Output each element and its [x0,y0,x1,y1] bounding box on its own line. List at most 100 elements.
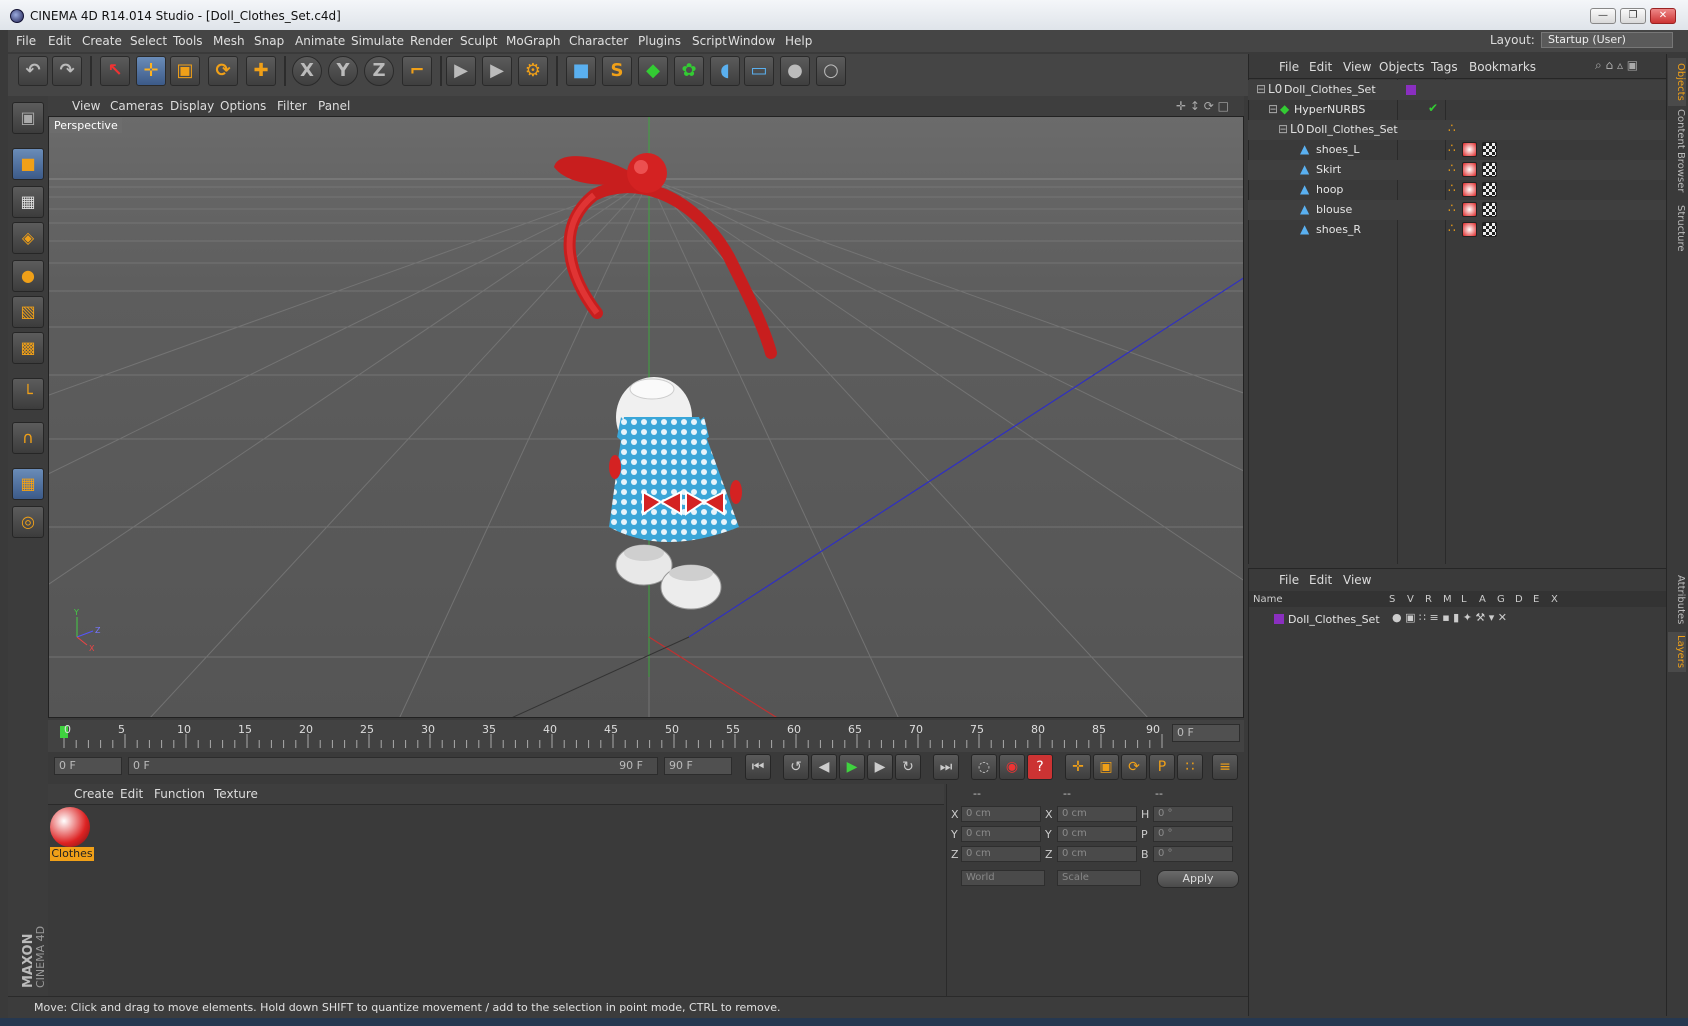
layers-col-locked[interactable]: L [1461,594,1467,605]
start-frame-field[interactable]: 0 F [54,757,122,775]
menu-mograph[interactable]: MoGraph [506,34,561,48]
coord-rot-h-field[interactable]: 0 ° [1153,806,1233,822]
cube-object-button[interactable]: ■ [566,56,596,86]
menu-file[interactable]: File [16,34,36,48]
material-tag-icon[interactable] [1462,142,1477,157]
tab-layers[interactable]: Layers [1668,632,1686,672]
coord-pos-x-field[interactable]: 0 cm [961,806,1041,822]
uvw-tag-icon[interactable] [1482,182,1497,197]
collapse-icon[interactable]: ⊟ [1268,102,1278,116]
material-item-clothes[interactable]: Clothes [50,807,94,861]
menu-plugins[interactable]: Plugins [638,34,681,48]
coord-size-mode-dropdown[interactable]: Scale [1057,870,1141,886]
uvw-tag-icon[interactable] [1482,222,1497,237]
layers-col-generators[interactable]: G [1497,594,1505,605]
tab-attributes[interactable]: Attributes [1668,572,1686,628]
render-picture-viewer-button[interactable]: ▶ [482,56,512,86]
coord-mode-dropdown[interactable]: World [961,870,1045,886]
floor-button[interactable]: ▭ [744,56,774,86]
phong-tag-icon[interactable]: ∴ [1448,141,1456,155]
layout-select[interactable]: Startup (User) [1541,32,1673,48]
menu-script[interactable]: Script [692,34,727,48]
prev-frame-button[interactable]: ◀ [811,754,837,780]
tree-row[interactable]: ▲ blouse ∴ [1248,200,1666,220]
tree-row[interactable]: ⊟ L0 Doll_Clothes_Set [1248,80,1666,100]
tree-row[interactable]: ▲ Skirt ∴ [1248,160,1666,180]
restore-button[interactable]: ❐ [1620,8,1646,24]
key-param-button[interactable]: P [1149,754,1175,780]
tree-row[interactable]: ⊟ ◆ HyperNURBS ✔ [1248,100,1666,120]
edges-mode-icon[interactable]: ▧ [12,296,44,328]
material-menu-texture[interactable]: Texture [214,787,258,801]
menu-help[interactable]: Help [785,34,812,48]
deformer-button[interactable]: ◖ [710,56,740,86]
tab-structure[interactable]: Structure [1668,200,1686,256]
minimize-button[interactable]: — [1590,8,1616,24]
layers-menu-file[interactable]: File [1279,573,1299,587]
phong-tag-icon[interactable]: ∴ [1448,161,1456,175]
menu-animate[interactable]: Animate [295,34,345,48]
material-tag-icon[interactable] [1462,182,1477,197]
next-key-button[interactable]: ↻ [895,754,921,780]
array-button[interactable]: ✿ [674,56,704,86]
menu-character[interactable]: Character [569,34,628,48]
goto-end-button[interactable]: ⏭ [933,754,959,780]
redo-button[interactable]: ↷ [52,56,82,86]
viewport-menu-display[interactable]: Display [170,99,214,113]
timeline-ruler[interactable] [48,720,1244,752]
coord-rot-p-field[interactable]: 0 ° [1153,826,1233,842]
coord-size-y-field[interactable]: 0 cm [1057,826,1137,842]
tree-row[interactable]: ▲ hoop ∴ [1248,180,1666,200]
goto-start-button[interactable]: ⏮ [745,754,771,780]
uvw-tag-icon[interactable] [1482,202,1497,217]
objects-menu-file[interactable]: File [1279,60,1299,74]
coord-pos-z-field[interactable]: 0 cm [961,846,1041,862]
model-mode-icon[interactable]: ▣ [12,102,44,134]
layers-col-solo[interactable]: S [1389,594,1395,605]
material-tag-icon[interactable] [1462,202,1477,217]
menu-window[interactable]: Window [728,34,775,48]
viewport-menu-cameras[interactable]: Cameras [110,99,163,113]
menu-edit[interactable]: Edit [48,34,71,48]
menu-simulate[interactable]: Simulate [351,34,404,48]
coord-pos-y-field[interactable]: 0 cm [961,826,1041,842]
viewport-3d[interactable]: Y Z X [48,116,1244,718]
uvw-tag-icon[interactable] [1482,142,1497,157]
menu-render[interactable]: Render [410,34,453,48]
collapse-icon[interactable]: ⊟ [1278,122,1288,136]
scale-tool-button[interactable]: ▣ [170,56,200,86]
play-button[interactable]: ▶ [839,754,865,780]
record-button[interactable]: ◉ [999,754,1025,780]
tab-content-browser[interactable]: Content Browser [1668,108,1686,194]
objects-menu-objects[interactable]: Objects [1379,60,1424,74]
key-move-button[interactable]: ✛ [1065,754,1091,780]
close-button[interactable]: ✕ [1650,8,1676,24]
coordinate-system-button[interactable]: ⌐ [402,56,432,86]
menu-tools[interactable]: Tools [173,34,203,48]
prev-key-button[interactable]: ↺ [783,754,809,780]
phong-tag-icon[interactable]: ∴ [1448,181,1456,195]
layer-flag-icons[interactable]: ● ▣ ∷ ≡ ▪ ▮ ✦ ⚒ ▾ ✕ [1392,611,1507,624]
tree-row[interactable]: ▲ shoes_R ∴ [1248,220,1666,240]
frame-range-slider[interactable]: 0 F 90 F [128,757,658,775]
layers-col-manager[interactable]: M [1443,594,1452,605]
menu-snap[interactable]: Snap [254,34,284,48]
material-tag-icon[interactable] [1462,222,1477,237]
layers-col-deformers[interactable]: D [1515,594,1523,605]
tab-objects[interactable]: Objects [1668,58,1686,106]
polygons-mode-icon[interactable]: ▩ [12,332,44,364]
objects-menu-bookmarks[interactable]: Bookmarks [1469,60,1536,74]
objects-search-icon[interactable]: ⌕ ⌂ ▵ ▣ [1595,58,1638,73]
menu-mesh[interactable]: Mesh [213,34,245,48]
end-frame-field[interactable]: 90 F [664,757,732,775]
layers-col-animation[interactable]: A [1479,594,1486,605]
menu-create[interactable]: Create [82,34,122,48]
layers-col-render[interactable]: R [1425,594,1432,605]
layers-menu-edit[interactable]: Edit [1309,573,1332,587]
timeline-window-button[interactable]: ≡ [1212,754,1238,780]
x-axis-button[interactable]: X [292,56,322,86]
viewport-nav-icons[interactable]: ✛ ↕ ⟳ □ [1176,99,1229,113]
uvw-tag-icon[interactable] [1482,162,1497,177]
next-frame-button[interactable]: ▶ [867,754,893,780]
enabled-check-icon[interactable]: ✔ [1428,101,1438,115]
